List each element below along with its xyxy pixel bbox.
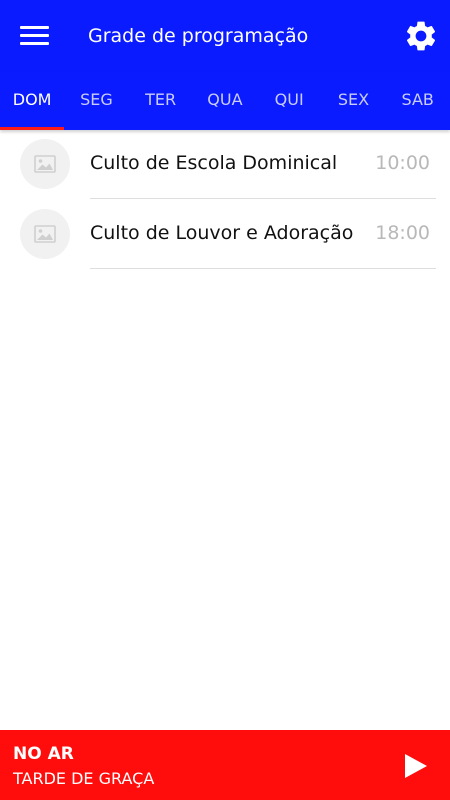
program-time: 18:00: [375, 222, 430, 244]
tab-seg[interactable]: SEG: [64, 72, 128, 130]
schedule-list: Culto de Escola Dominical 10:00 Culto de…: [0, 130, 450, 270]
tab-qua[interactable]: QUA: [193, 72, 257, 130]
play-button[interactable]: [400, 750, 432, 782]
day-tabs: DOM SEG TER QUA QUI SEX SAB: [0, 72, 450, 130]
program-time: 10:00: [375, 152, 430, 174]
tab-sex[interactable]: SEX: [321, 72, 385, 130]
settings-button[interactable]: [403, 18, 439, 54]
program-thumbnail: [20, 209, 70, 259]
now-playing-bar[interactable]: NO AR TARDE DE GRAÇA: [0, 730, 450, 800]
tab-sab[interactable]: SAB: [386, 72, 450, 130]
play-icon: [405, 754, 427, 778]
current-program-name: TARDE DE GRAÇA: [13, 769, 155, 788]
tab-ter[interactable]: TER: [129, 72, 193, 130]
divider: [90, 198, 436, 199]
divider: [90, 268, 436, 269]
live-status-label: NO AR: [13, 744, 74, 764]
image-placeholder-icon: [34, 225, 56, 243]
app-bar: Grade de programação: [0, 0, 450, 72]
program-title: Culto de Louvor e Adoração: [90, 222, 354, 244]
program-title: Culto de Escola Dominical: [90, 152, 338, 174]
hamburger-menu-icon: [20, 26, 49, 29]
tab-dom[interactable]: DOM: [0, 72, 65, 130]
image-placeholder-icon: [34, 155, 56, 173]
program-thumbnail: [20, 139, 70, 189]
gear-icon: [406, 21, 436, 51]
list-item[interactable]: Culto de Louvor e Adoração 18:00: [0, 200, 450, 270]
page-title: Grade de programação: [88, 25, 309, 47]
list-item[interactable]: Culto de Escola Dominical 10:00: [0, 130, 450, 200]
tab-qui[interactable]: QUI: [257, 72, 321, 130]
menu-button[interactable]: [16, 20, 54, 52]
